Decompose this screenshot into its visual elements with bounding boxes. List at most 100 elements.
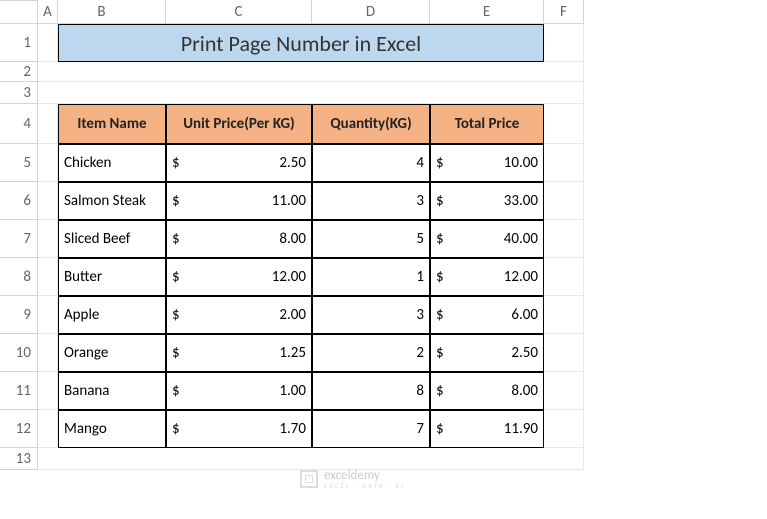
cell-unit-price[interactable]: $2.50 [166,144,312,182]
cell-value: Chicken [64,154,111,172]
row-header[interactable]: 11 [0,372,38,410]
cell-unit-price[interactable]: $1.25 [166,334,312,372]
cell-total-price[interactable]: $11.90 [430,410,544,448]
row-label: 4 [23,115,31,133]
col-label: D [366,3,375,21]
cell-quantity[interactable]: 3 [312,182,430,220]
cell-total-price[interactable]: $33.00 [430,182,544,220]
cell-quantity[interactable]: 4 [312,144,430,182]
col-header[interactable]: A [0,0,38,1]
currency-symbol: $ [172,420,180,438]
cell[interactable] [544,104,584,144]
cell[interactable] [544,258,584,296]
cell-quantity[interactable]: 8 [312,372,430,410]
cell[interactable] [38,334,58,372]
cell-item-name[interactable]: Sliced Beef [58,220,166,258]
table-header-total[interactable]: Total Price [430,104,544,144]
cell-item-name[interactable]: Mango [58,410,166,448]
cell-quantity[interactable]: 3 [312,296,430,334]
row-header[interactable]: 13 [0,448,38,470]
cell-item-name[interactable]: Banana [58,372,166,410]
cell[interactable] [38,144,58,182]
cell[interactable] [544,144,584,182]
cell[interactable] [544,24,584,62]
cell[interactable] [38,410,58,448]
cell[interactable] [38,182,58,220]
row-header[interactable]: 12 [0,410,38,448]
cell-item-name[interactable]: Orange [58,334,166,372]
cell[interactable] [38,104,58,144]
currency-symbol: $ [436,268,444,286]
cell-value: 11.90 [504,420,538,438]
cell-item-name[interactable]: Chicken [58,144,166,182]
cell-item-name[interactable]: Butter [58,258,166,296]
cell[interactable] [544,182,584,220]
cell-quantity[interactable]: 7 [312,410,430,448]
cell[interactable] [544,220,584,258]
cell-quantity[interactable]: 2 [312,334,430,372]
cell-total-price[interactable]: $10.00 [430,144,544,182]
watermark-name: exceldemy [324,468,380,483]
currency-symbol: $ [172,230,180,248]
row-header[interactable]: 7 [0,220,38,258]
row-header[interactable]: 5 [0,144,38,182]
cell-unit-price[interactable]: $1.00 [166,372,312,410]
header-label: Unit Price(Per KG) [183,115,294,133]
cell-unit-price[interactable]: $2.00 [166,296,312,334]
col-header[interactable]: C [166,0,312,24]
col-header[interactable]: D [312,0,430,24]
cell-total-price[interactable]: $12.00 [430,258,544,296]
cell-quantity[interactable]: 5 [312,220,430,258]
cell-item-name[interactable]: Salmon Steak [58,182,166,220]
cell[interactable] [38,62,584,82]
col-header[interactable]: E [430,0,544,24]
col-header[interactable]: A [38,0,58,24]
cell-unit-price[interactable]: $8.00 [166,220,312,258]
row-label: 12 [16,420,31,438]
cell-unit-price[interactable]: $1.70 [166,410,312,448]
col-label: C [235,3,243,21]
row-header[interactable]: 10 [0,334,38,372]
row-label: 6 [23,192,31,210]
cell[interactable] [544,410,584,448]
cell[interactable] [38,448,584,470]
cell[interactable] [38,372,58,410]
table-header-qty[interactable]: Quantity(KG) [312,104,430,144]
cell-item-name[interactable]: Apple [58,296,166,334]
cell-total-price[interactable]: $2.50 [430,334,544,372]
cell[interactable] [38,24,58,62]
cell[interactable] [38,296,58,334]
cell-total-price[interactable]: $40.00 [430,220,544,258]
row-header[interactable]: 3 [0,82,38,104]
cell[interactable] [544,334,584,372]
cell-value: 3 [416,306,424,324]
cell[interactable] [38,258,58,296]
row-header[interactable]: 9 [0,296,38,334]
currency-symbol: $ [172,192,180,210]
title-cell[interactable]: Print Page Number in Excel [58,24,544,62]
cell-unit-price[interactable]: $11.00 [166,182,312,220]
cell-unit-price[interactable]: $12.00 [166,258,312,296]
row-header[interactable]: 1 [0,24,38,62]
cell[interactable] [38,220,58,258]
cell-total-price[interactable]: $6.00 [430,296,544,334]
table-header-unit[interactable]: Unit Price(Per KG) [166,104,312,144]
cell[interactable] [544,296,584,334]
row-header[interactable]: 8 [0,258,38,296]
row-header[interactable]: 4 [0,104,38,144]
watermark-text: exceldemy EXCEL · DATA · BI [324,468,405,490]
select-all-corner[interactable] [0,0,38,24]
row-header[interactable]: 6 [0,182,38,220]
row-header[interactable]: 2 [0,62,38,82]
col-label: E [483,3,490,21]
table-header-item[interactable]: Item Name [58,104,166,144]
cell-value: 1.00 [279,382,306,400]
col-header[interactable]: F [544,0,584,24]
cell-quantity[interactable]: 1 [312,258,430,296]
cell-total-price[interactable]: $8.00 [430,372,544,410]
currency-symbol: $ [436,230,444,248]
cell-value: 1.70 [279,420,306,438]
cell[interactable] [544,372,584,410]
cell[interactable] [38,82,584,104]
cell-value: 2.00 [279,306,306,324]
